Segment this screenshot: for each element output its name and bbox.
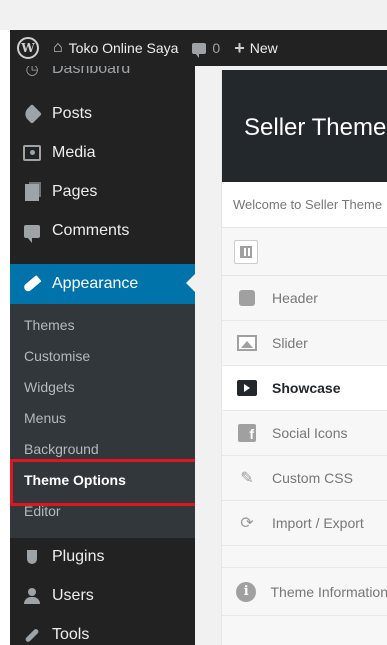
sidebar-item-comments[interactable]: Comments: [10, 212, 195, 250]
new-content-button[interactable]: + New: [227, 30, 285, 66]
layout-toggle-button[interactable]: [234, 240, 258, 264]
left-padding: [0, 30, 10, 645]
sidebar-item-label: Plugins: [52, 548, 105, 565]
info-icon: i: [236, 581, 257, 603]
admin-bar: W ⌂ Toko Online Saya 0 + New: [10, 30, 387, 66]
sidebar-item-label: Comments: [52, 222, 130, 239]
option-tab-social-icons[interactable]: f Social Icons: [222, 411, 387, 456]
submenu-item-customise[interactable]: Customise: [24, 340, 90, 371]
pages-icon: [22, 182, 42, 202]
site-name: Toko Online Saya: [68, 40, 179, 56]
welcome-text: Welcome to Seller Theme: [222, 182, 387, 228]
sidebar-item-dashboard[interactable]: ◷ Dashboard: [10, 66, 195, 88]
option-tab-label: Import / Export: [272, 515, 364, 531]
theme-options-highlight-box: [10, 459, 201, 506]
option-list-bottom: [222, 616, 387, 645]
pin-icon: [22, 104, 42, 124]
plus-icon: +: [234, 37, 245, 58]
sidebar-item-media[interactable]: Media: [10, 134, 195, 172]
media-icon: [22, 143, 42, 163]
sidebar-item-label: Tools: [52, 626, 90, 643]
image-icon: [236, 332, 258, 354]
sidebar-item-pages[interactable]: Pages: [10, 173, 195, 211]
option-tab-import-export[interactable]: ⟳ Import / Export: [222, 501, 387, 546]
submenu-item-themes[interactable]: Themes: [24, 309, 75, 340]
submenu-item-menus[interactable]: Menus: [24, 402, 66, 433]
comment-icon: [22, 221, 42, 243]
panel-header: Seller Theme: [222, 70, 387, 182]
brush-icon: ✎: [240, 470, 254, 487]
dashboard-icon: ◷: [25, 66, 39, 78]
admin-sidebar: ◷ Dashboard Posts Media Pages Comments A…: [10, 66, 195, 645]
wrench-icon: [22, 625, 42, 645]
main-content: Seller Theme Welcome to Seller Theme Hea…: [195, 66, 387, 645]
comments-link[interactable]: 0: [185, 30, 227, 66]
comment-bubble-icon: [192, 42, 207, 58]
option-tab-showcase[interactable]: Showcase: [222, 366, 387, 411]
page-title: Seller Theme: [244, 114, 387, 141]
sidebar-item-appearance[interactable]: Appearance: [10, 264, 195, 304]
wp-logo-button[interactable]: W: [10, 30, 46, 66]
option-tab-label: Slider: [272, 335, 308, 351]
panel-toolbar: [222, 228, 387, 276]
puzzle-icon: [236, 287, 258, 309]
sidebar-item-users[interactable]: Users: [10, 577, 195, 615]
sidebar-item-plugins[interactable]: Plugins: [10, 538, 195, 576]
option-tab-header[interactable]: Header: [222, 276, 387, 321]
option-spacer: [222, 546, 387, 568]
option-tab-custom-css[interactable]: ✎ Custom CSS: [222, 456, 387, 501]
facebook-icon: f: [236, 422, 258, 444]
sidebar-item-label: Media: [52, 144, 96, 161]
refresh-icon: ⟳: [240, 515, 254, 532]
comments-count: 0: [212, 40, 221, 56]
option-tab-label: Theme Information: [270, 583, 387, 600]
submenu-item-widgets[interactable]: Widgets: [24, 371, 75, 402]
plugin-icon: [22, 547, 42, 567]
option-tab-label: Header: [272, 290, 318, 306]
top-gap: [0, 0, 387, 30]
home-icon: ⌂: [53, 39, 63, 56]
theme-options-panel: Seller Theme Welcome to Seller Theme Hea…: [221, 70, 387, 645]
option-tab-label: Social Icons: [272, 425, 348, 441]
sidebar-item-posts[interactable]: Posts: [10, 95, 195, 133]
option-tab-theme-information[interactable]: i Theme Information: [222, 568, 387, 616]
sidebar-item-tools[interactable]: Tools: [10, 616, 195, 645]
option-tab-label: Custom CSS: [272, 470, 353, 486]
wordpress-logo-icon: W: [17, 37, 39, 59]
user-icon: [22, 586, 42, 606]
site-name-link[interactable]: ⌂ Toko Online Saya: [46, 30, 185, 66]
grid-icon: [240, 246, 252, 258]
sidebar-item-label: Posts: [52, 105, 93, 122]
option-tab-slider[interactable]: Slider: [222, 321, 387, 366]
video-icon: [236, 377, 258, 399]
paintbrush-icon: [22, 274, 42, 294]
current-menu-arrow: [186, 274, 195, 292]
new-label: New: [249, 40, 278, 56]
option-tab-label: Showcase: [272, 380, 341, 396]
sidebar-item-label: Pages: [52, 183, 98, 200]
sidebar-item-label: Users: [52, 587, 94, 604]
sidebar-item-label: Dashboard: [52, 66, 131, 77]
sidebar-item-label: Appearance: [52, 275, 139, 292]
